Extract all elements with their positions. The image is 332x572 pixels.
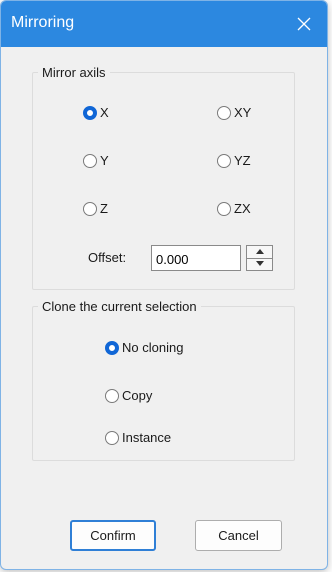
mirror-axis-legend: Mirror axils xyxy=(42,65,106,80)
radio-axis-xy[interactable]: XY xyxy=(217,105,251,120)
offset-input[interactable] xyxy=(151,245,241,271)
confirm-button[interactable]: Confirm xyxy=(70,520,156,551)
cancel-button[interactable]: Cancel xyxy=(195,520,282,551)
chevron-up-icon xyxy=(256,249,264,254)
radio-axis-z[interactable]: Z xyxy=(83,201,108,216)
radio-axis-zx[interactable]: ZX xyxy=(217,201,251,216)
radio-button-selected xyxy=(105,340,119,355)
radio-label: Instance xyxy=(122,430,172,445)
radio-button-selected xyxy=(83,105,97,120)
radio-axis-x[interactable]: X xyxy=(83,105,109,120)
radio-label: XY xyxy=(234,105,252,120)
radio-label: YZ xyxy=(234,153,251,168)
close-button[interactable] xyxy=(281,1,327,47)
mirroring-dialog: Mirroring Mirror axils X XY Y YZ Z ZX Of… xyxy=(0,0,328,570)
radio-copy[interactable]: Copy xyxy=(105,388,152,403)
radio-label: ZX xyxy=(234,201,251,216)
radio-axis-yz[interactable]: YZ xyxy=(217,153,251,168)
radio-label: No cloning xyxy=(122,340,184,355)
radio-button xyxy=(105,430,119,445)
radio-button xyxy=(83,153,97,168)
radio-button xyxy=(217,153,231,168)
radio-label: X xyxy=(100,105,109,120)
dialog-title: Mirroring xyxy=(11,14,75,31)
radio-button xyxy=(105,388,119,403)
radio-button xyxy=(217,201,231,216)
radio-button xyxy=(217,105,231,120)
radio-button xyxy=(83,201,97,216)
radio-no-cloning[interactable]: No cloning xyxy=(105,340,183,355)
chevron-down-icon xyxy=(256,261,264,266)
clone-legend: Clone the current selection xyxy=(42,299,197,314)
spin-down-button[interactable] xyxy=(247,258,272,270)
radio-label: Z xyxy=(100,201,108,216)
offset-label: Offset: xyxy=(88,250,127,265)
offset-spinner xyxy=(246,245,273,271)
radio-instance[interactable]: Instance xyxy=(105,430,171,445)
radio-label: Copy xyxy=(122,388,153,403)
radio-label: Y xyxy=(100,153,109,168)
radio-axis-y[interactable]: Y xyxy=(83,153,109,168)
close-icon xyxy=(297,17,311,31)
title-bar: Mirroring xyxy=(1,1,327,47)
